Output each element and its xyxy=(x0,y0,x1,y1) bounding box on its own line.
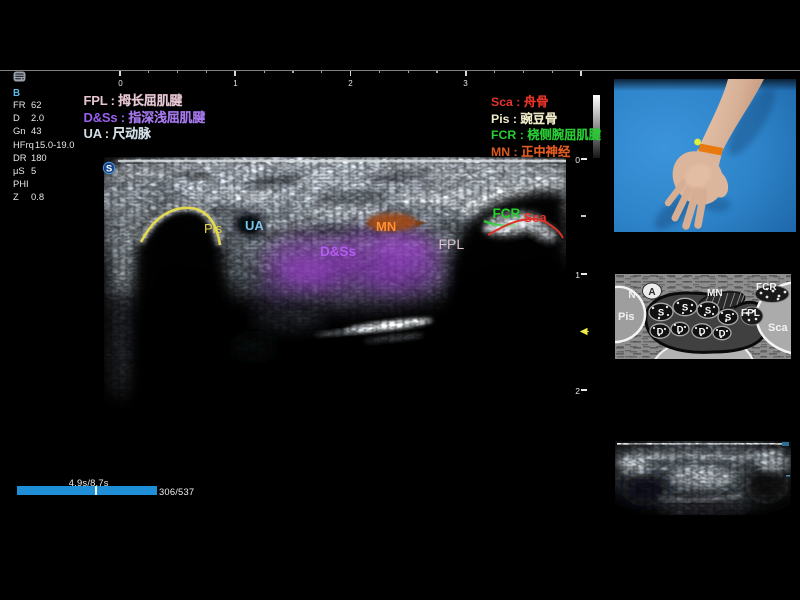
svg-text:Sca: Sca xyxy=(768,322,788,334)
svg-text:N: N xyxy=(628,290,635,301)
svg-text:D: D xyxy=(719,329,726,340)
svg-text:Pis: Pis xyxy=(618,311,635,323)
svg-text:D: D xyxy=(657,327,664,338)
svg-text:FCR: FCR xyxy=(756,282,777,293)
svg-text:A: A xyxy=(648,287,655,298)
svg-text:S: S xyxy=(106,163,112,174)
svg-text:MN: MN xyxy=(707,288,723,299)
svg-text:S: S xyxy=(682,303,688,314)
svg-text:D: D xyxy=(699,327,706,338)
svg-text:FPL: FPL xyxy=(741,308,760,319)
svg-text:D: D xyxy=(677,325,684,336)
